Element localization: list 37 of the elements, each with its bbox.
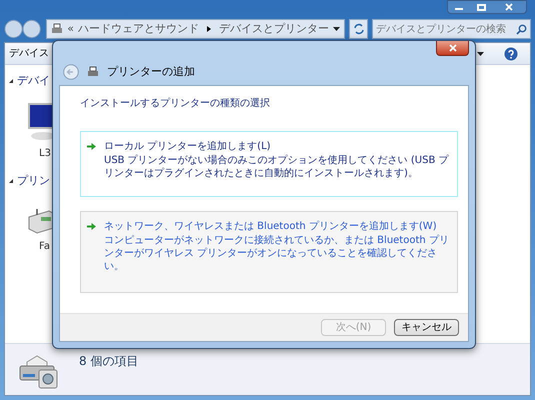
refresh-button[interactable]: [348, 19, 368, 39]
breadcrumb-item[interactable]: デバイスとプリンター: [218, 20, 329, 38]
device-label[interactable]: Fa: [27, 239, 50, 254]
option-button[interactable]: ネットワーク、ワイヤレスまたは Bluetooth プリンターを追加します(W) コンピューターがネットワークに接続されているか、または Bluetooth プリンターがワイヤレス プリンターがオンになっていることを確認してください。: [80, 211, 458, 293]
search-icon: [516, 24, 527, 34]
group-header[interactable]: デバイ: [17, 73, 50, 90]
group-header[interactable]: プリン: [17, 172, 50, 189]
close-button[interactable]: [436, 41, 469, 56]
dropdown-arrow-icon[interactable]: [332, 27, 340, 31]
overflow-chevron[interactable]: «: [67, 20, 74, 38]
expand-arrow-icon[interactable]: [9, 178, 13, 183]
arrow-icon: [87, 142, 96, 151]
device-label[interactable]: L3: [27, 146, 51, 160]
back-forward-icon[interactable]: [4, 19, 42, 39]
search-field[interactable]: デバイスとプリンターの検索: [372, 19, 531, 39]
item-count: 8 個の項目: [79, 353, 138, 370]
arrow-icon: [87, 222, 96, 231]
close-icon: [448, 44, 456, 52]
option-title: ローカル プリンターを追加します(L): [104, 140, 272, 154]
address-bar[interactable]: « ハードウェアとサウンド デバイスとプリンター: [46, 19, 345, 39]
toolbar-button[interactable]: デバイス: [9, 46, 49, 61]
help-icon[interactable]: [504, 46, 518, 60]
dialog-heading: インストールするプリンターの種類の選択: [80, 96, 271, 111]
option-description: コンピューターがネットワークに接続されているか、または Bluetooth プリンターがワイヤレス プリンターがオンになっていることを確認してください。: [104, 234, 450, 273]
option-button[interactable]: ローカル プリンターを追加します(L) USB プリンターがない場合のみこのオプションを使用してください (USB プリンターはプラグインされたときに自動的にインストールされます)。: [80, 131, 458, 197]
option-description: USB プリンターがない場合のみこのオプションを使用してください (USB プリンターはプラグインされたときに自動的にインストールされます)。: [104, 154, 450, 180]
expand-arrow-icon[interactable]: [9, 79, 13, 84]
refresh-icon: [352, 23, 365, 35]
breadcrumb-arrow-icon[interactable]: [206, 26, 211, 32]
window-controls-drawing[interactable]: [447, 0, 527, 14]
dialog-title: プリンターの追加: [107, 64, 195, 80]
breadcrumb-item[interactable]: ハードウェアとサウンド: [78, 20, 199, 38]
option-title: ネットワーク、ワイヤレスまたは Bluetooth プリンターを追加します(W): [104, 220, 438, 234]
printer-icon: [51, 23, 64, 35]
printer-icon: [87, 66, 99, 78]
dialog-button[interactable]: キャンセル: [394, 319, 459, 336]
dropdown-arrow-icon[interactable]: [477, 52, 484, 56]
